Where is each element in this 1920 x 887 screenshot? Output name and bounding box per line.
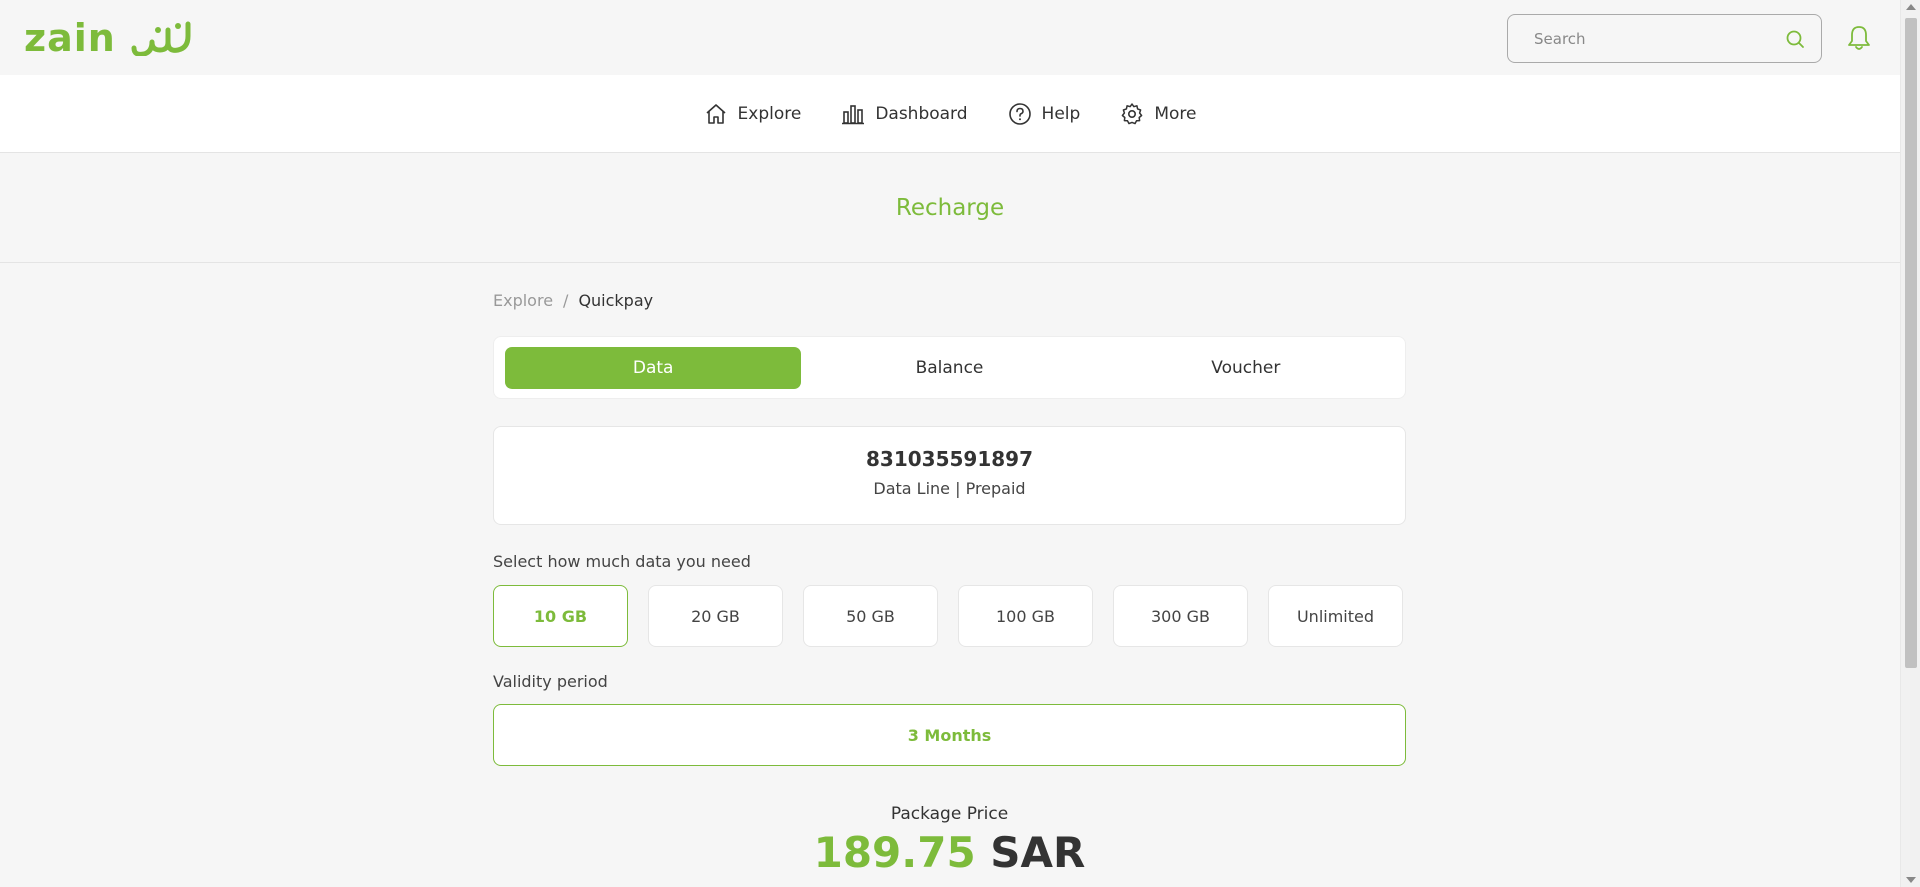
logo-latin-text: zain [24,16,116,60]
page-title-band: Recharge [0,153,1900,263]
page-scrollbar[interactable] [1900,0,1920,887]
scrollbar-thumb[interactable] [1905,18,1917,668]
data-option-unlimited[interactable]: Unlimited [1268,585,1403,647]
data-option-20gb[interactable]: 20 GB [648,585,783,647]
data-amount-options: 10 GB 20 GB 50 GB 100 GB 300 GB Unlimite… [493,585,1406,647]
tab-balance[interactable]: Balance [801,347,1097,389]
nav-item-label: Help [1041,103,1081,124]
price-currency: SAR [990,828,1086,877]
recharge-tabs: Data Balance Voucher [493,336,1406,399]
data-amount-label: Select how much data you need [493,552,751,571]
scroll-down-arrow-icon[interactable] [1906,877,1916,883]
zain-logo[interactable]: zain [24,16,192,60]
package-price: 189.75 SAR [493,828,1406,877]
question-circle-icon [1008,102,1031,125]
breadcrumb-current: Quickpay [578,291,654,310]
data-option-300gb[interactable]: 300 GB [1113,585,1248,647]
search-icon[interactable] [1785,29,1805,49]
nav-item-label: Explore [737,103,802,124]
search-box[interactable] [1507,14,1822,63]
data-option-50gb[interactable]: 50 GB [803,585,938,647]
line-number: 831035591897 [866,447,1033,471]
tab-data[interactable]: Data [505,346,802,389]
price-amount: 189.75 [813,828,976,877]
search-input[interactable] [1534,29,1785,48]
line-info-card: 831035591897 Data Line | Prepaid [493,426,1406,525]
data-option-10gb[interactable]: 10 GB [493,585,628,647]
nav-item-help[interactable]: Help [1008,102,1081,126]
data-option-100gb[interactable]: 100 GB [958,585,1093,647]
validity-option[interactable]: 3 Months [493,704,1406,766]
breadcrumb-explore-link[interactable]: Explore [493,291,553,310]
tab-voucher[interactable]: Voucher [1098,347,1394,389]
main-nav: Explore Dashboard Help More [0,75,1900,153]
nav-item-more[interactable]: More [1120,102,1196,126]
nav-item-label: Dashboard [875,103,968,124]
recharge-content: Explore / Quickpay Data Balance Voucher … [493,263,1406,877]
top-bar: zain [0,0,1900,75]
nav-item-explore[interactable]: Explore [704,102,802,126]
logo-arabic-mark [131,21,191,56]
home-icon [705,103,726,124]
scroll-up-arrow-icon[interactable] [1906,4,1916,10]
package-price-label: Package Price [890,804,1009,824]
gear-icon [1121,102,1143,124]
bell-icon[interactable] [1845,24,1873,52]
breadcrumb-separator: / [563,291,569,310]
nav-item-dashboard[interactable]: Dashboard [841,102,968,126]
bar-chart-icon [842,104,865,124]
validity-label: Validity period [493,672,608,691]
nav-item-label: More [1154,103,1197,124]
line-type: Data Line | Prepaid [873,479,1026,498]
breadcrumb: Explore / Quickpay [493,291,1406,310]
page-title: Recharge [895,194,1005,221]
page: zain Explore [0,0,1900,887]
